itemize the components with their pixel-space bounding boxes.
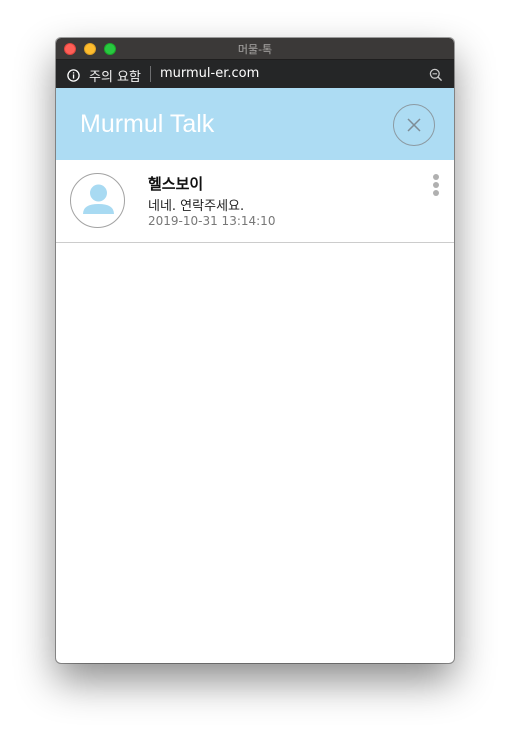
info-circle-icon[interactable] [67, 67, 80, 82]
url-text[interactable]: murmul-er.com [160, 66, 259, 81]
window-title: 머물-톡 [237, 43, 273, 56]
security-warning-label[interactable]: 주의 요함 [89, 66, 141, 85]
chat-list-item[interactable]: 헬스보이 네네. 연락주세요. 2019-10-31 13:14:10 [56, 160, 454, 243]
close-button[interactable] [393, 104, 435, 146]
close-icon [407, 118, 421, 132]
address-bar: 주의 요함 murmul-er.com [56, 60, 454, 88]
popup-window: 머물-톡 주의 요함 murmul-er.com Murmul Talk 헬스보… [56, 38, 454, 663]
user-avatar-icon [70, 173, 125, 228]
window-titlebar: 머물-톡 [56, 38, 454, 60]
chat-last-message: 네네. 연락주세요. [148, 199, 245, 214]
more-vertical-icon[interactable] [430, 174, 442, 198]
zoom-out-icon[interactable] [429, 67, 443, 82]
chat-contact-name: 헬스보이 [148, 175, 204, 193]
address-divider [150, 66, 151, 82]
chat-list: 헬스보이 네네. 연락주세요. 2019-10-31 13:14:10 [56, 160, 454, 243]
app-title: Murmul Talk [80, 110, 215, 138]
chat-timestamp: 2019-10-31 13:14:10 [148, 214, 276, 228]
chat-header: Murmul Talk [56, 88, 454, 160]
